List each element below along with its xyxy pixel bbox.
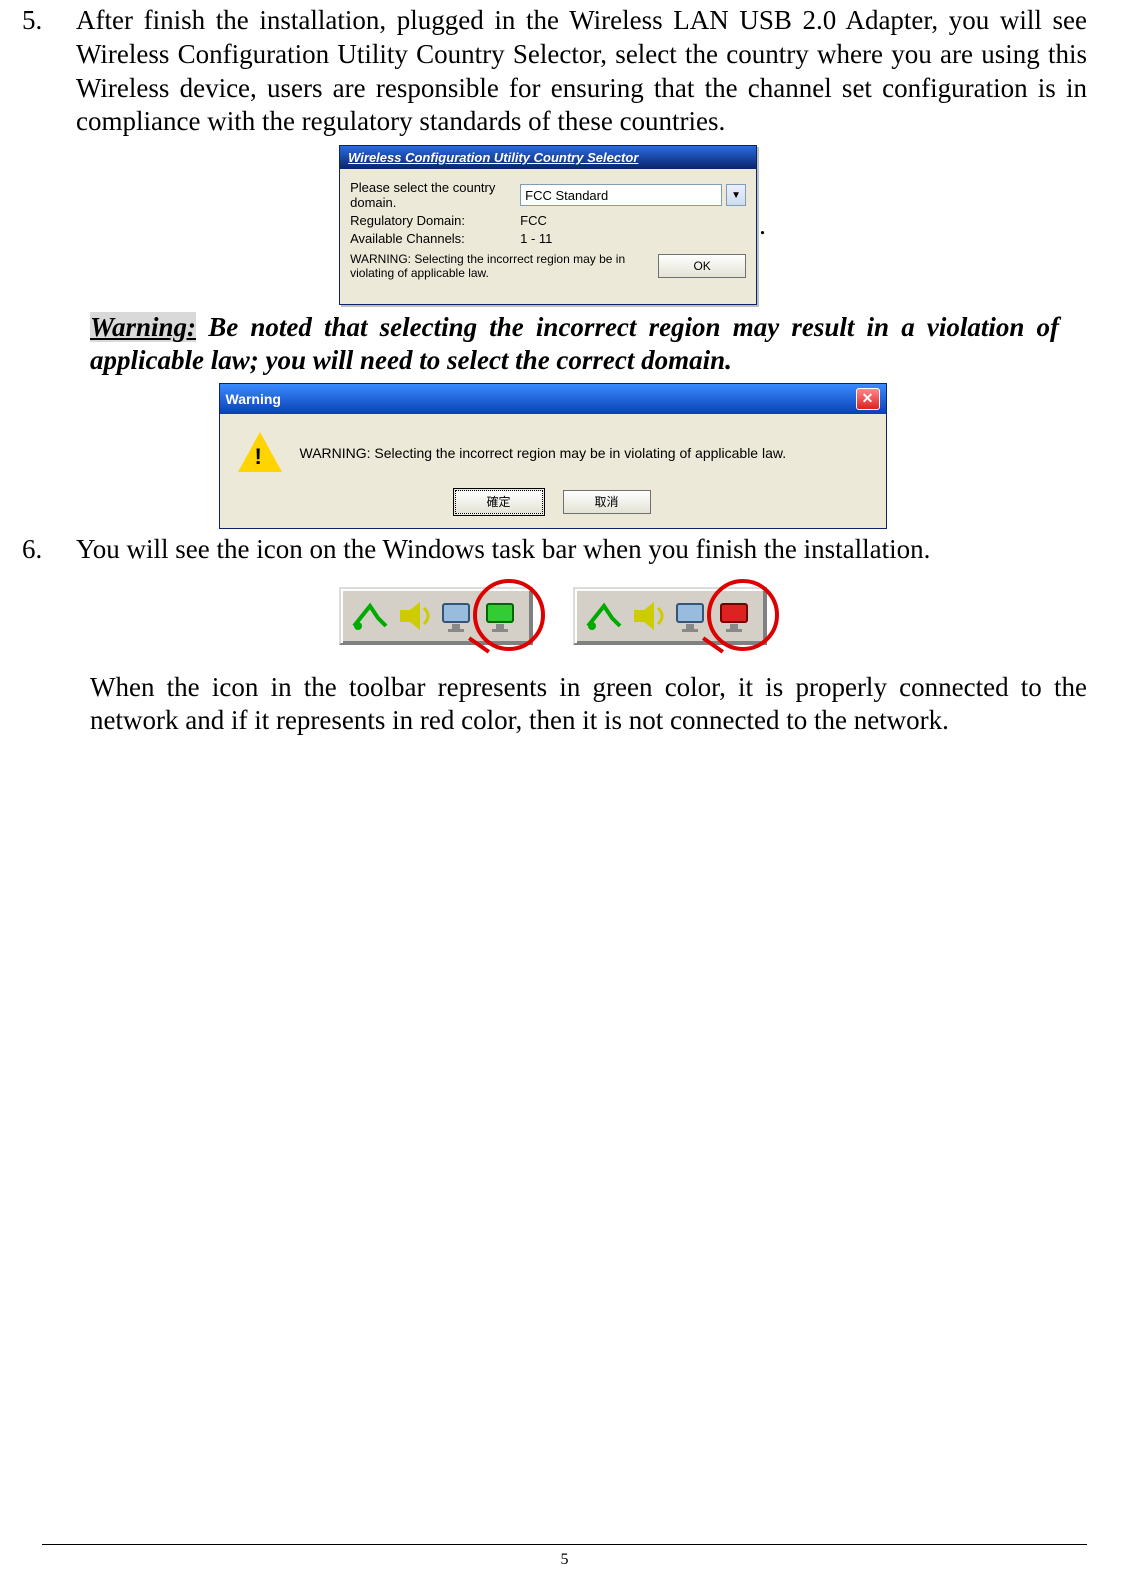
msgbox-title: Warning — [226, 391, 281, 407]
country-combo-value: FCC Standard — [525, 188, 608, 203]
ok-button[interactable]: OK — [658, 254, 746, 278]
msgbox-text: WARNING: Selecting the incorrect region … — [300, 445, 787, 461]
figure-trailing-dot: . — [759, 145, 766, 305]
warning-rest: Be noted that selecting the incorrect re… — [90, 312, 1059, 375]
tray-connected — [339, 587, 533, 645]
page-number: 5 — [0, 1551, 1129, 1569]
monitor-icon — [671, 595, 713, 637]
msgbox-cancel-button[interactable]: 取消 — [563, 490, 651, 514]
warning-lead: Warning: — [90, 312, 196, 342]
country-combo[interactable]: FCC Standard — [520, 184, 722, 206]
network-icon — [349, 595, 391, 637]
volume-icon — [627, 595, 669, 637]
regdom-label: Regulatory Domain: — [350, 213, 520, 228]
tray-icons-figure — [18, 587, 1087, 645]
country-selector-figure: Wireless Configuration Utility Country S… — [18, 145, 1087, 305]
systray-disconnected — [573, 587, 767, 645]
step-5-text: After finish the installation, plugged i… — [76, 4, 1087, 139]
dialog-warning-text: WARNING: Selecting the incorrect region … — [350, 252, 648, 280]
warning-msgbox-figure: Warning ✕ WARNING: Selecting the incorre… — [18, 383, 1087, 529]
close-icon: ✕ — [862, 390, 874, 407]
wlan-status-icon-green — [481, 595, 523, 637]
close-button[interactable]: ✕ — [856, 388, 880, 410]
msgbox-body: WARNING: Selecting the incorrect region … — [220, 414, 886, 484]
step-6-text: You will see the icon on the Windows tas… — [76, 533, 1087, 567]
tray-description: When the icon in the toolbar represents … — [90, 671, 1087, 739]
wlan-status-icon-red — [715, 595, 757, 637]
manual-page: 5. After finish the installation, plugge… — [0, 4, 1129, 1591]
monitor-icon — [437, 595, 479, 637]
volume-icon — [393, 595, 435, 637]
tray-disconnected — [573, 587, 767, 645]
combo-dropdown-button[interactable]: ▼ — [726, 184, 746, 206]
dialog-body: Please select the country domain. FCC St… — [340, 169, 756, 290]
chevron-down-icon: ▼ — [731, 190, 741, 201]
warning-note: Warning: Be noted that selecting the inc… — [90, 311, 1059, 377]
msgbox-buttons: 確定 取消 — [220, 484, 886, 528]
step-6-number: 6. — [18, 533, 76, 567]
step-5: 5. After finish the installation, plugge… — [18, 4, 1087, 139]
msgbox-ok-button[interactable]: 確定 — [455, 490, 543, 514]
country-label: Please select the country domain. — [350, 180, 520, 210]
warning-icon — [238, 432, 282, 472]
footer-rule — [42, 1544, 1087, 1545]
warning-msgbox: Warning ✕ WARNING: Selecting the incorre… — [219, 383, 887, 529]
step-5-number: 5. — [18, 4, 76, 139]
country-selector-dialog: Wireless Configuration Utility Country S… — [339, 145, 757, 305]
dialog-title: Wireless Configuration Utility Country S… — [340, 146, 756, 169]
channels-label: Available Channels: — [350, 231, 520, 246]
regdom-value: FCC — [520, 213, 746, 228]
step-6: 6. You will see the icon on the Windows … — [18, 533, 1087, 567]
systray-connected — [339, 587, 533, 645]
msgbox-titlebar: Warning ✕ — [220, 384, 886, 414]
network-icon — [583, 595, 625, 637]
channels-value: 1 - 11 — [520, 231, 746, 246]
